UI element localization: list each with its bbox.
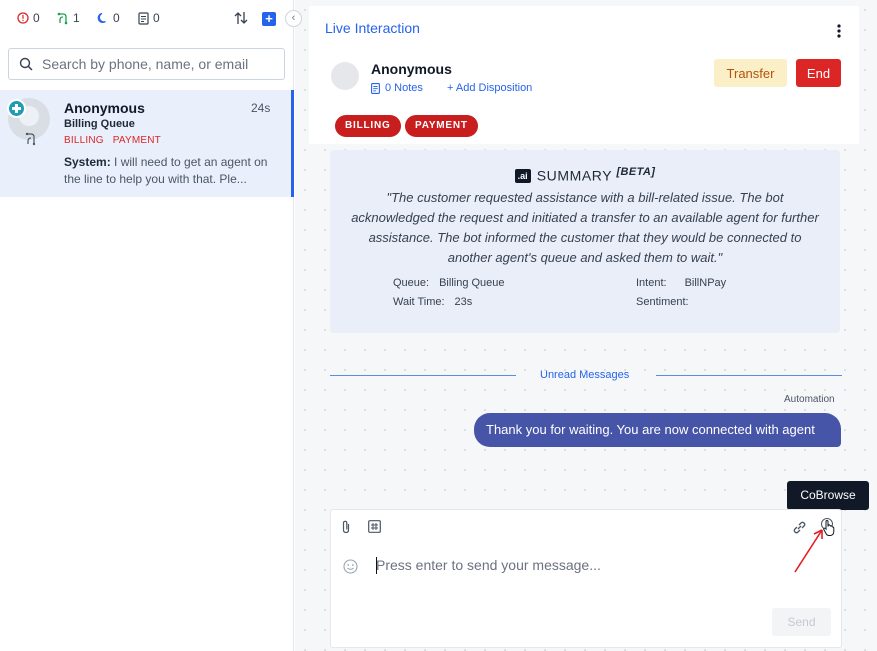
conversation-queue: Billing Queue [64, 118, 135, 130]
unread-label: Unread Messages [540, 369, 629, 381]
tag-payment: PAYMENT [405, 115, 478, 137]
divider-line-left [330, 375, 516, 376]
conversation-preview: System: I will need to get an agent on t… [64, 154, 274, 188]
note-icon [138, 12, 149, 25]
add-conversation-button[interactable]: + [262, 12, 276, 26]
emoji-icon[interactable] [343, 559, 358, 574]
canned-response-icon[interactable] [368, 520, 381, 533]
wait-label: Wait Time: [393, 296, 445, 308]
notes-filter[interactable]: 0 [138, 11, 160, 25]
collapse-sidebar-button[interactable]: ‹ [285, 10, 302, 27]
summary-queue: Queue: Billing Queue [393, 277, 505, 289]
sidebar-toolbar: 0 1 0 0 + [0, 0, 294, 40]
ai-badge: .ai [515, 169, 531, 183]
route-icon [25, 132, 38, 146]
link-icon[interactable] [792, 520, 807, 535]
tag-billing: BILLING [64, 135, 104, 146]
tab-live-interaction[interactable]: Live Interaction [325, 20, 420, 36]
summary-sentiment: Sentiment: [636, 296, 699, 308]
notes-count: 0 [153, 11, 160, 25]
send-button[interactable]: Send [772, 608, 831, 636]
notes-link[interactable]: 0 Notes [371, 82, 423, 94]
message-input[interactable] [376, 557, 816, 581]
chat-message-bubble: Thank you for waiting. You are now conne… [474, 413, 841, 447]
cobrowse-tooltip: CoBrowse [787, 481, 869, 510]
summary-title-text: SUMMARY [537, 168, 612, 184]
conversation-time: 24s [251, 101, 270, 115]
divider-line-right [656, 375, 842, 376]
queue-label: Queue: [393, 277, 429, 289]
sentiment-label: Sentiment: [636, 296, 689, 308]
queue-value: Billing Queue [439, 277, 504, 289]
ai-summary-card: .ai SUMMARY [BETA] "The customer requeste… [330, 150, 840, 333]
idle-count: 0 [113, 11, 120, 25]
conversation-tags: BILLING PAYMENT [64, 135, 167, 146]
more-options-icon[interactable] [837, 24, 841, 38]
summary-wait-time: Wait Time: 23s [393, 296, 472, 308]
add-disposition-link[interactable]: + Add Disposition [447, 82, 532, 94]
conversation-sidebar: 0 1 0 0 + ‹ Anonymous 24s Billing Queue … [0, 0, 294, 651]
interaction-panel: Live Interaction Anonymous 0 Notes + Add… [295, 0, 877, 651]
avatar [331, 62, 359, 90]
alert-circle-icon [17, 12, 29, 24]
conversation-list-item[interactable]: Anonymous 24s Billing Queue BILLING PAYM… [0, 90, 294, 197]
search-icon [19, 57, 33, 71]
wait-value: 23s [455, 296, 473, 308]
routed-filter[interactable]: 1 [57, 11, 80, 25]
attachment-icon[interactable] [341, 520, 351, 534]
end-button[interactable]: End [796, 59, 841, 87]
summary-title: .ai SUMMARY [BETA] [330, 166, 840, 184]
note-icon [371, 83, 380, 94]
message-composer: Send [330, 509, 842, 648]
beta-label: [BETA] [616, 166, 655, 178]
summary-text: "The customer requested assistance with … [348, 188, 822, 268]
customer-name: Anonymous [371, 61, 452, 77]
conversation-name: Anonymous [64, 100, 145, 116]
preview-sender: System: [64, 155, 111, 169]
channel-badge-icon [7, 99, 26, 118]
moon-icon [97, 12, 109, 24]
unread-divider: Unread Messages [330, 368, 842, 384]
alert-filter[interactable]: 0 [17, 11, 40, 25]
route-icon [57, 12, 69, 25]
interaction-header: Anonymous 0 Notes + Add Disposition Tran… [309, 44, 859, 144]
cobrowse-icon[interactable] [820, 518, 837, 538]
tag-billing: BILLING [335, 115, 401, 137]
intent-value: BillNPay [685, 277, 727, 289]
routed-count: 1 [73, 11, 80, 25]
message-sender: Automation [784, 394, 835, 405]
sort-icon[interactable] [233, 10, 249, 26]
tab-bar: Live Interaction [309, 6, 859, 44]
intent-label: Intent: [636, 277, 667, 289]
notes-label: 0 Notes [385, 82, 423, 94]
idle-filter[interactable]: 0 [97, 11, 120, 25]
summary-intent: Intent: BillNPay [636, 277, 726, 289]
search-box [8, 48, 285, 80]
transfer-button[interactable]: Transfer [714, 59, 787, 87]
search-input[interactable] [42, 56, 272, 72]
tag-payment: PAYMENT [113, 135, 161, 146]
alert-count: 0 [33, 11, 40, 25]
